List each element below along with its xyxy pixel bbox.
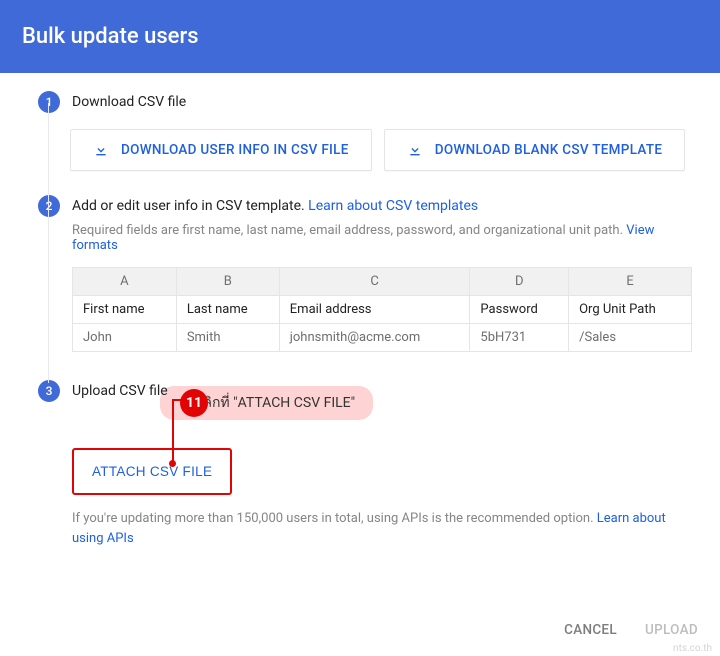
step-2: 2 Add or edit user info in CSV template.… — [38, 195, 692, 352]
col-header: Password — [470, 296, 569, 324]
dialog-header: Bulk update users — [0, 0, 720, 73]
download-icon — [93, 142, 109, 158]
download-blank-template-label: DOWNLOAD BLANK CSV TEMPLATE — [435, 142, 663, 158]
table-letters-row: A B C D E — [73, 268, 692, 296]
col-letter: B — [176, 268, 279, 296]
step-connector — [48, 103, 49, 383]
cell: 5bH731 — [470, 324, 569, 352]
cell: /Sales — [569, 324, 692, 352]
annotation-line — [172, 399, 174, 463]
learn-csv-templates-link[interactable]: Learn about CSV templates — [308, 198, 478, 214]
table-row: John Smith johnsmith@acme.com 5bH731 /Sa… — [73, 324, 692, 352]
step-2-title-text: Add or edit user info in CSV template. — [72, 198, 308, 214]
annotation-dot — [169, 460, 176, 467]
step-1: 1 Download CSV file DOWNLOAD USER INFO I… — [38, 91, 692, 171]
step-1-title: Download CSV file — [72, 91, 692, 113]
dialog-title: Bulk update users — [22, 24, 698, 49]
step-2-number: 2 — [38, 195, 60, 217]
table-header-row: First name Last name Email address Passw… — [73, 296, 692, 324]
download-user-info-button[interactable]: DOWNLOAD USER INFO IN CSV FILE — [70, 129, 372, 171]
step-2-title: Add or edit user info in CSV template. L… — [72, 195, 692, 217]
upload-button[interactable]: UPLOAD — [645, 622, 698, 638]
download-blank-template-button[interactable]: DOWNLOAD BLANK CSV TEMPLATE — [384, 129, 686, 171]
col-letter: C — [279, 268, 470, 296]
csv-example-table: A B C D E First name Last name Email add… — [72, 267, 692, 352]
step-1-number: 1 — [38, 91, 60, 113]
cancel-button[interactable]: CANCEL — [564, 622, 617, 638]
col-letter: E — [569, 268, 692, 296]
cell: John — [73, 324, 177, 352]
col-header: Last name — [176, 296, 279, 324]
step-3-title: Upload CSV file — [72, 380, 692, 402]
cell: johnsmith@acme.com — [279, 324, 470, 352]
col-letter: D — [470, 268, 569, 296]
download-icon — [407, 142, 423, 158]
step-3-content: คลิกที่ "ATTACH CSV FILE" 11 ATTACH CSV … — [38, 448, 692, 548]
col-header: Org Unit Path — [569, 296, 692, 324]
annotation-callout: คลิกที่ "ATTACH CSV FILE" 11 — [180, 386, 373, 420]
attach-csv-button[interactable]: ATTACH CSV FILE — [72, 448, 232, 495]
download-user-info-label: DOWNLOAD USER INFO IN CSV FILE — [121, 142, 349, 158]
required-fields-text: Required fields are first name, last nam… — [72, 223, 626, 238]
cell: Smith — [176, 324, 279, 352]
api-recommendation: If you're updating more than 150,000 use… — [72, 509, 692, 548]
step-3-number: 3 — [38, 380, 60, 402]
col-header: Email address — [279, 296, 470, 324]
annotation-number: 11 — [180, 389, 208, 417]
dialog-footer: CANCEL UPLOAD — [564, 622, 698, 638]
watermark: nts.co.th — [673, 643, 712, 654]
col-letter: A — [73, 268, 177, 296]
step-2-subtext: Required fields are first name, last nam… — [72, 223, 692, 253]
api-note-text: If you're updating more than 150,000 use… — [72, 511, 597, 526]
col-header: First name — [73, 296, 177, 324]
